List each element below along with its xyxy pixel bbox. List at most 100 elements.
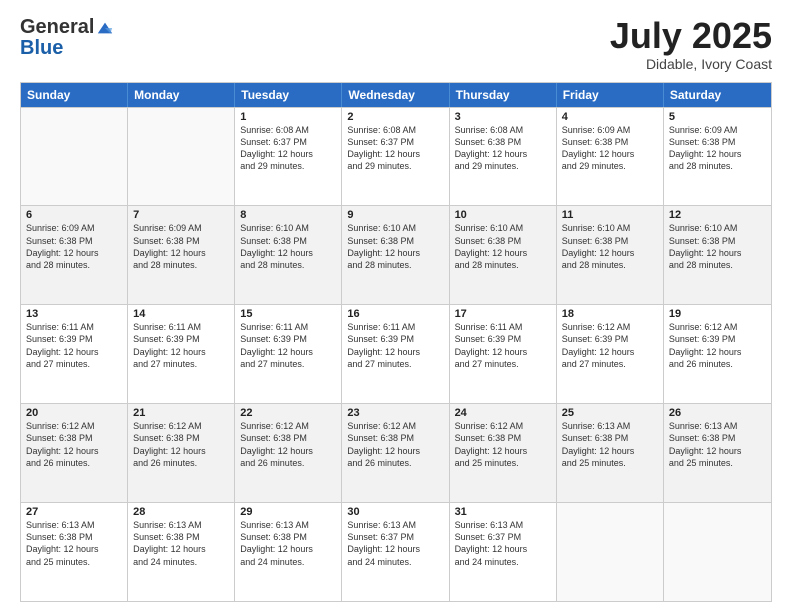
- calendar-week: 20Sunrise: 6:12 AM Sunset: 6:38 PM Dayli…: [21, 403, 771, 502]
- table-row: 11Sunrise: 6:10 AM Sunset: 6:38 PM Dayli…: [557, 206, 664, 304]
- calendar-week: 6Sunrise: 6:09 AM Sunset: 6:38 PM Daylig…: [21, 205, 771, 304]
- day-number: 26: [669, 407, 766, 419]
- header: General Blue July 2025 Didable, Ivory Co…: [20, 16, 772, 72]
- table-row: 23Sunrise: 6:12 AM Sunset: 6:38 PM Dayli…: [342, 404, 449, 502]
- day-number: 15: [240, 308, 336, 320]
- day-number: 23: [347, 407, 443, 419]
- day-info: Sunrise: 6:09 AM Sunset: 6:38 PM Dayligh…: [133, 222, 229, 271]
- table-row: [664, 503, 771, 601]
- table-row: 5Sunrise: 6:09 AM Sunset: 6:38 PM Daylig…: [664, 108, 771, 206]
- day-number: 7: [133, 209, 229, 221]
- day-number: 1: [240, 111, 336, 123]
- table-row: 22Sunrise: 6:12 AM Sunset: 6:38 PM Dayli…: [235, 404, 342, 502]
- day-info: Sunrise: 6:12 AM Sunset: 6:38 PM Dayligh…: [347, 420, 443, 469]
- day-info: Sunrise: 6:12 AM Sunset: 6:38 PM Dayligh…: [26, 420, 122, 469]
- day-number: 11: [562, 209, 658, 221]
- table-row: 25Sunrise: 6:13 AM Sunset: 6:38 PM Dayli…: [557, 404, 664, 502]
- table-row: 30Sunrise: 6:13 AM Sunset: 6:37 PM Dayli…: [342, 503, 449, 601]
- day-info: Sunrise: 6:09 AM Sunset: 6:38 PM Dayligh…: [26, 222, 122, 271]
- table-row: 26Sunrise: 6:13 AM Sunset: 6:38 PM Dayli…: [664, 404, 771, 502]
- day-info: Sunrise: 6:13 AM Sunset: 6:38 PM Dayligh…: [240, 519, 336, 568]
- header-day: Saturday: [664, 83, 771, 107]
- day-number: 22: [240, 407, 336, 419]
- day-info: Sunrise: 6:13 AM Sunset: 6:37 PM Dayligh…: [347, 519, 443, 568]
- header-day: Thursday: [450, 83, 557, 107]
- day-info: Sunrise: 6:11 AM Sunset: 6:39 PM Dayligh…: [240, 321, 336, 370]
- title-block: July 2025 Didable, Ivory Coast: [610, 16, 772, 72]
- day-info: Sunrise: 6:11 AM Sunset: 6:39 PM Dayligh…: [26, 321, 122, 370]
- day-number: 17: [455, 308, 551, 320]
- day-info: Sunrise: 6:13 AM Sunset: 6:37 PM Dayligh…: [455, 519, 551, 568]
- table-row: 8Sunrise: 6:10 AM Sunset: 6:38 PM Daylig…: [235, 206, 342, 304]
- logo-icon: [96, 19, 114, 37]
- header-day: Friday: [557, 83, 664, 107]
- table-row: 13Sunrise: 6:11 AM Sunset: 6:39 PM Dayli…: [21, 305, 128, 403]
- logo: General Blue: [20, 16, 114, 60]
- day-number: 9: [347, 209, 443, 221]
- calendar-week: 27Sunrise: 6:13 AM Sunset: 6:38 PM Dayli…: [21, 502, 771, 601]
- table-row: 24Sunrise: 6:12 AM Sunset: 6:38 PM Dayli…: [450, 404, 557, 502]
- day-number: 10: [455, 209, 551, 221]
- table-row: 20Sunrise: 6:12 AM Sunset: 6:38 PM Dayli…: [21, 404, 128, 502]
- day-number: 28: [133, 506, 229, 518]
- day-number: 5: [669, 111, 766, 123]
- table-row: 3Sunrise: 6:08 AM Sunset: 6:38 PM Daylig…: [450, 108, 557, 206]
- day-number: 21: [133, 407, 229, 419]
- day-number: 30: [347, 506, 443, 518]
- table-row: 7Sunrise: 6:09 AM Sunset: 6:38 PM Daylig…: [128, 206, 235, 304]
- table-row: 14Sunrise: 6:11 AM Sunset: 6:39 PM Dayli…: [128, 305, 235, 403]
- page: General Blue July 2025 Didable, Ivory Co…: [0, 0, 792, 612]
- table-row: [128, 108, 235, 206]
- day-number: 24: [455, 407, 551, 419]
- day-number: 16: [347, 308, 443, 320]
- table-row: 16Sunrise: 6:11 AM Sunset: 6:39 PM Dayli…: [342, 305, 449, 403]
- day-info: Sunrise: 6:12 AM Sunset: 6:39 PM Dayligh…: [669, 321, 766, 370]
- day-number: 2: [347, 111, 443, 123]
- calendar-body: 1Sunrise: 6:08 AM Sunset: 6:37 PM Daylig…: [21, 107, 771, 601]
- table-row: 6Sunrise: 6:09 AM Sunset: 6:38 PM Daylig…: [21, 206, 128, 304]
- table-row: [21, 108, 128, 206]
- table-row: 12Sunrise: 6:10 AM Sunset: 6:38 PM Dayli…: [664, 206, 771, 304]
- day-number: 3: [455, 111, 551, 123]
- table-row: 17Sunrise: 6:11 AM Sunset: 6:39 PM Dayli…: [450, 305, 557, 403]
- day-info: Sunrise: 6:10 AM Sunset: 6:38 PM Dayligh…: [562, 222, 658, 271]
- table-row: 29Sunrise: 6:13 AM Sunset: 6:38 PM Dayli…: [235, 503, 342, 601]
- table-row: 4Sunrise: 6:09 AM Sunset: 6:38 PM Daylig…: [557, 108, 664, 206]
- table-row: 27Sunrise: 6:13 AM Sunset: 6:38 PM Dayli…: [21, 503, 128, 601]
- day-number: 6: [26, 209, 122, 221]
- day-number: 20: [26, 407, 122, 419]
- day-info: Sunrise: 6:10 AM Sunset: 6:38 PM Dayligh…: [347, 222, 443, 271]
- day-info: Sunrise: 6:10 AM Sunset: 6:38 PM Dayligh…: [240, 222, 336, 271]
- day-info: Sunrise: 6:08 AM Sunset: 6:38 PM Dayligh…: [455, 124, 551, 173]
- day-number: 31: [455, 506, 551, 518]
- table-row: 31Sunrise: 6:13 AM Sunset: 6:37 PM Dayli…: [450, 503, 557, 601]
- day-info: Sunrise: 6:09 AM Sunset: 6:38 PM Dayligh…: [669, 124, 766, 173]
- day-info: Sunrise: 6:10 AM Sunset: 6:38 PM Dayligh…: [455, 222, 551, 271]
- day-number: 13: [26, 308, 122, 320]
- header-day: Monday: [128, 83, 235, 107]
- table-row: 18Sunrise: 6:12 AM Sunset: 6:39 PM Dayli…: [557, 305, 664, 403]
- day-number: 12: [669, 209, 766, 221]
- table-row: [557, 503, 664, 601]
- month-title: July 2025: [610, 16, 772, 56]
- table-row: 9Sunrise: 6:10 AM Sunset: 6:38 PM Daylig…: [342, 206, 449, 304]
- header-day: Sunday: [21, 83, 128, 107]
- day-info: Sunrise: 6:13 AM Sunset: 6:38 PM Dayligh…: [26, 519, 122, 568]
- day-number: 8: [240, 209, 336, 221]
- calendar: SundayMondayTuesdayWednesdayThursdayFrid…: [20, 82, 772, 602]
- table-row: 21Sunrise: 6:12 AM Sunset: 6:38 PM Dayli…: [128, 404, 235, 502]
- table-row: 15Sunrise: 6:11 AM Sunset: 6:39 PM Dayli…: [235, 305, 342, 403]
- day-info: Sunrise: 6:13 AM Sunset: 6:38 PM Dayligh…: [562, 420, 658, 469]
- table-row: 2Sunrise: 6:08 AM Sunset: 6:37 PM Daylig…: [342, 108, 449, 206]
- day-info: Sunrise: 6:09 AM Sunset: 6:38 PM Dayligh…: [562, 124, 658, 173]
- day-info: Sunrise: 6:08 AM Sunset: 6:37 PM Dayligh…: [240, 124, 336, 173]
- day-info: Sunrise: 6:12 AM Sunset: 6:38 PM Dayligh…: [455, 420, 551, 469]
- day-number: 29: [240, 506, 336, 518]
- calendar-week: 1Sunrise: 6:08 AM Sunset: 6:37 PM Daylig…: [21, 107, 771, 206]
- day-number: 25: [562, 407, 658, 419]
- day-info: Sunrise: 6:12 AM Sunset: 6:38 PM Dayligh…: [133, 420, 229, 469]
- logo-general-text: General: [20, 16, 94, 39]
- day-number: 18: [562, 308, 658, 320]
- logo-blue-text: Blue: [20, 37, 63, 59]
- day-number: 4: [562, 111, 658, 123]
